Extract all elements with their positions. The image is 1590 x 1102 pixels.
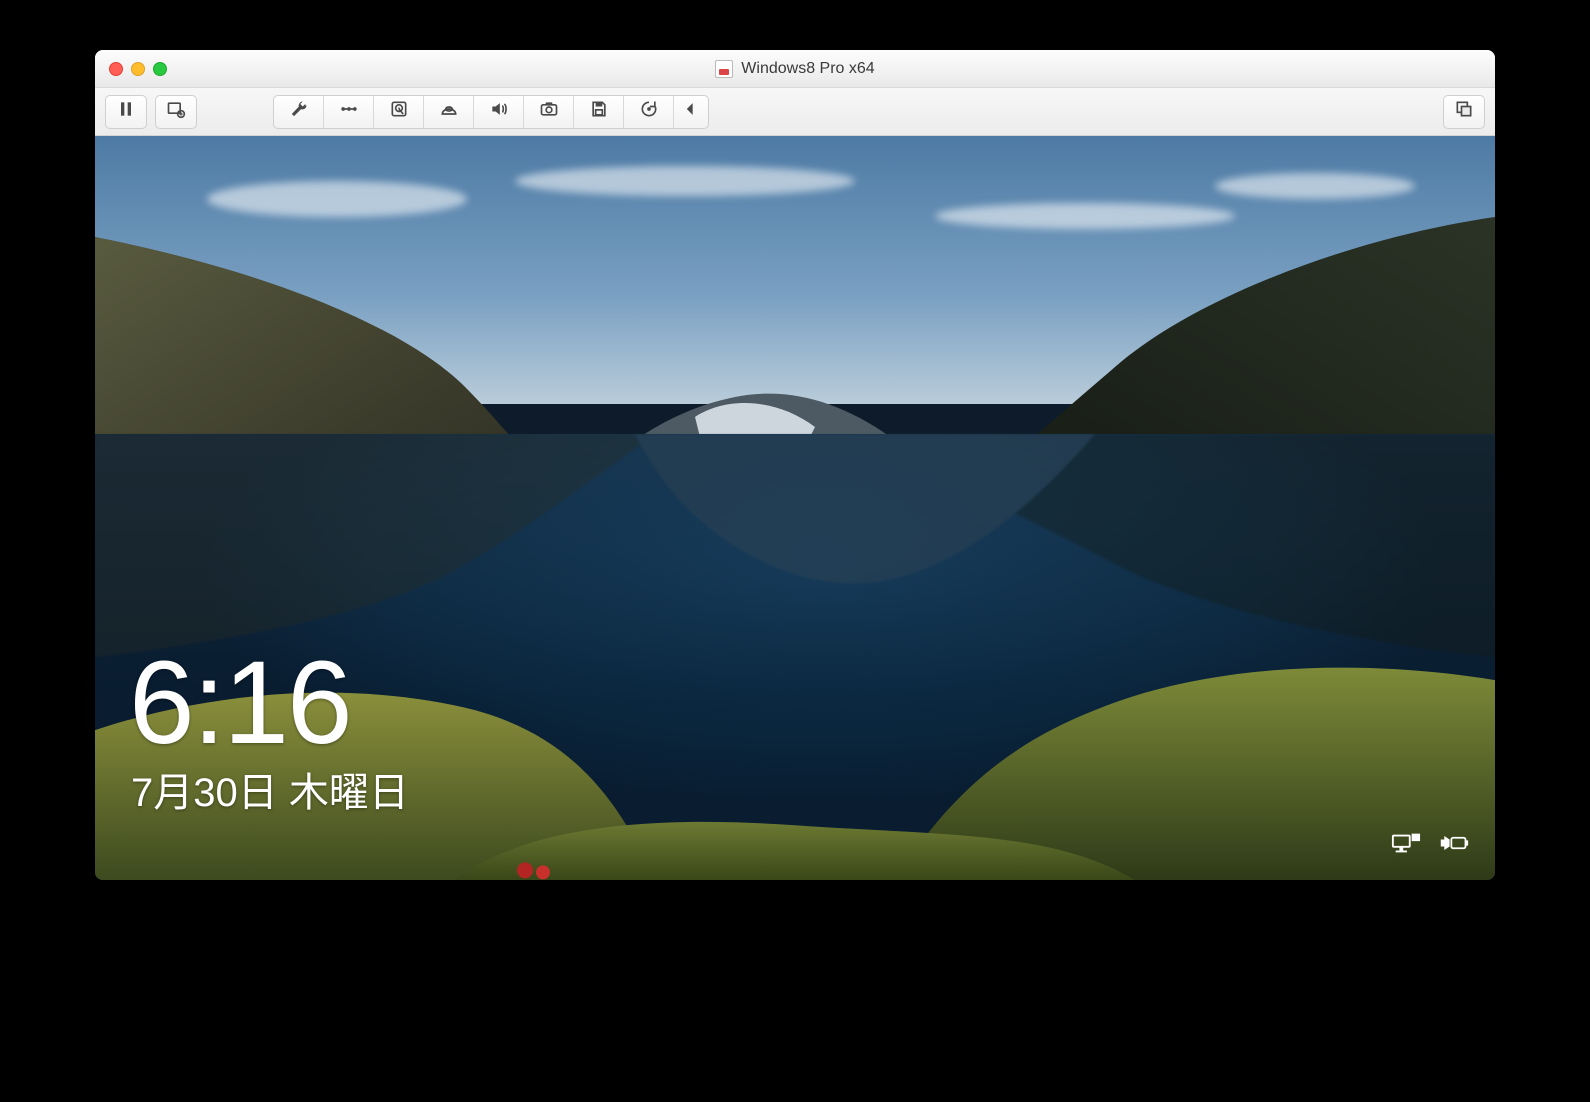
vm-display: 6:16 7月30日 木曜日 — [95, 136, 1495, 880]
window-minimize-button[interactable] — [131, 62, 145, 76]
usb-button[interactable] — [624, 96, 674, 128]
vm-toolbar — [95, 88, 1495, 136]
vmware-window: Windows8 Pro x64 — [95, 50, 1495, 880]
network-button[interactable] — [324, 96, 374, 128]
usb-sync-icon — [639, 99, 659, 124]
hdd-button[interactable] — [374, 96, 424, 128]
vmx-file-icon — [715, 60, 733, 78]
sound-icon — [489, 99, 509, 124]
network-status-icon — [1391, 831, 1421, 860]
lock-time: 6:16 — [129, 644, 351, 762]
titlebar[interactable]: Windows8 Pro x64 — [95, 50, 1495, 88]
chevron-left-icon — [681, 99, 701, 124]
snapshot-button[interactable] — [155, 95, 197, 129]
lock-date: 7月30日 木曜日 — [131, 760, 409, 818]
pause-button[interactable] — [105, 95, 147, 129]
device-toolbar-group — [273, 95, 709, 129]
cd-icon — [439, 99, 459, 124]
windows-lock-screen[interactable]: 6:16 7月30日 木曜日 — [95, 136, 1495, 880]
cd-button[interactable] — [424, 96, 474, 128]
power-status-icon — [1439, 831, 1469, 860]
floppy-button[interactable] — [574, 96, 624, 128]
hdd-icon — [389, 99, 409, 124]
snapshot-icon — [166, 99, 186, 124]
vm-settings-button[interactable] — [274, 96, 324, 128]
fullscreen-button[interactable] — [1443, 95, 1485, 129]
wrench-icon — [289, 99, 309, 124]
window-close-button[interactable] — [109, 62, 123, 76]
pause-icon — [116, 99, 136, 124]
sound-button[interactable] — [474, 96, 524, 128]
traffic-lights — [95, 62, 167, 76]
floppy-icon — [589, 99, 609, 124]
network-icon — [339, 99, 359, 124]
window-title: Windows8 Pro x64 — [95, 60, 1495, 78]
window-title-text: Windows8 Pro x64 — [741, 60, 874, 78]
camera-icon — [539, 99, 559, 124]
window-zoom-button[interactable] — [153, 62, 167, 76]
fullscreen-icon — [1454, 99, 1474, 124]
camera-button[interactable] — [524, 96, 574, 128]
lock-tray — [1391, 831, 1469, 860]
more-devices-button[interactable] — [674, 96, 708, 128]
